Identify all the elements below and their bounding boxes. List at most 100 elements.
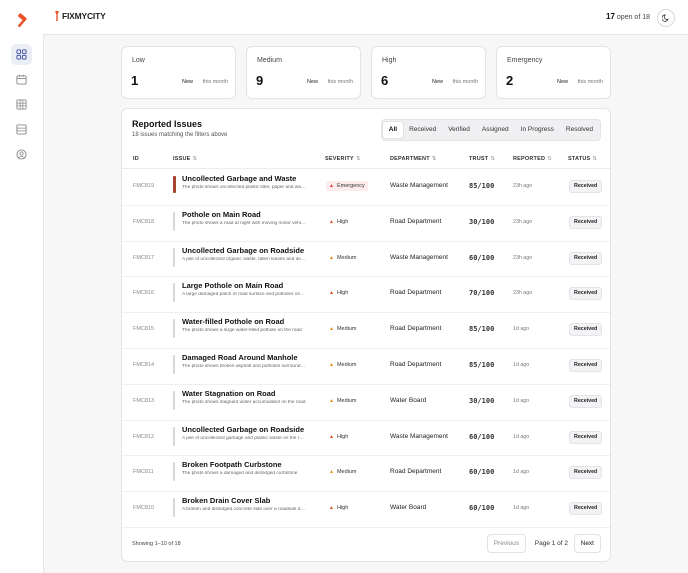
theme-toggle-button[interactable] [657,9,675,27]
sort-icon: ⇅ [192,156,198,162]
issue-title[interactable]: Broken Drain Cover Slab [182,496,308,505]
issue-cell[interactable]: Uncollected Garbage on Roadside A pile of… [173,246,308,267]
stat-card-emergency: Emergency 2 New this month [496,46,611,99]
issue-marker [173,498,175,518]
table-row[interactable]: FMC816 Large Pothole on Main Road A large … [122,276,610,314]
severity-label: High [336,433,349,440]
issue-title[interactable]: Pothole on Main Road [182,210,308,219]
reported-issues-panel: Reported Issues 18 issues matching the f… [121,108,611,562]
status-badge: Received [569,502,603,516]
status-badge: Received [569,287,603,301]
column-header-status[interactable]: STATUS ⇅ [568,156,597,162]
column-header-department[interactable]: DEPARTMENT ⇅ [390,156,437,162]
department: Road Department [390,468,442,476]
issue-cell[interactable]: Water-filled Pothole on Road The photo sh… [173,317,308,339]
status-badge: Received [569,215,603,229]
issue-cell[interactable]: Uncollected Garbage and Waste The photo s… [173,174,308,193]
issue-id: FMC819 [133,183,155,189]
tab-in-progress[interactable]: In Progress [515,122,560,138]
table-row[interactable]: FMC812 Uncollected Garbage on Roadside A p… [122,420,610,457]
column-label: SEVERITY [325,156,354,162]
issue-cell[interactable]: Large Pothole on Main Road A large damage… [173,281,308,303]
column-header-severity[interactable]: SEVERITY ⇅ [325,156,361,162]
issue-id: FMC817 [133,254,155,261]
table-row[interactable]: FMC815 Water-filled Pothole on Road The ph… [122,312,610,349]
issue-title[interactable]: Water-filled Pothole on Road [182,317,308,326]
issue-title[interactable]: Damaged Road Around Manhole [182,353,308,362]
warning-icon: ▲ [329,290,334,297]
stat-count: 6 [381,73,389,88]
status-badge: Received [569,359,603,372]
stat-card-high: High 6 New this month [371,46,486,99]
stat-count: 9 [256,73,264,88]
table-row[interactable]: FMC817 Uncollected Garbage on Roadside A p… [122,241,610,278]
tab-all[interactable]: All [382,122,404,138]
issue-id: FMC816 [133,290,155,297]
issue-cell[interactable]: Broken Drain Cover Slab A broken and disl… [173,496,308,518]
nav-dashboard[interactable] [11,44,32,65]
next-page-button[interactable]: Next [573,534,601,553]
department: Waste Management [390,253,448,261]
table-row[interactable]: FMC819 Uncollected Garbage and Waste The p… [122,169,610,206]
issue-cell[interactable]: Water Stagnation on Road The photo shows … [173,389,308,410]
issue-title[interactable]: Water Stagnation on Road [182,389,308,398]
nav-calendar[interactable] [11,69,32,90]
previous-page-button[interactable]: Previous [486,534,526,553]
open-count-number: 17 [606,12,615,21]
issue-marker [173,426,175,446]
brand-logo[interactable]: FIXMYCITY [53,8,106,24]
table-row[interactable]: FMC814 Damaged Road Around Manhole The pho… [122,348,610,385]
warning-icon: ▲ [329,218,334,225]
issue-title[interactable]: Uncollected Garbage and Waste [182,174,308,183]
reported-time: 1d ago [513,326,530,333]
department: Waste Management [390,182,448,189]
issue-title[interactable]: Large Pothole on Main Road [182,281,308,290]
nav-grid[interactable] [11,94,32,115]
nav-list[interactable] [11,119,32,140]
tab-resolved[interactable]: Resolved [560,122,599,138]
warning-icon: ▲ [329,254,334,261]
trust-score: 85/100 [469,325,495,334]
issue-cell[interactable]: Damaged Road Around Manhole The photo sho… [173,353,308,374]
issue-description: A large damaged patch of road surface an… [182,292,306,298]
tab-verified[interactable]: Verified [442,122,476,138]
table-row[interactable]: FMC813 Water Stagnation on Road The photo … [122,384,610,421]
severity-badge: ▲ High [326,432,351,442]
status-badge: Received [569,323,603,337]
hammer-icon[interactable] [14,13,30,29]
column-header-reported[interactable]: REPORTED ⇅ [513,156,552,162]
column-label: TRUST [469,156,489,162]
stat-period: this month [577,79,603,85]
issue-marker [173,462,175,482]
panel-subtitle: 18 issues matching the filters above [132,132,228,138]
column-header-trust[interactable]: TRUST ⇅ [469,156,495,162]
tab-assigned[interactable]: Assigned [476,122,515,138]
reported-time: 1d ago [513,505,530,512]
tab-received[interactable]: Received [403,122,442,138]
department: Road Department [390,289,442,297]
nav-profile[interactable] [11,144,32,165]
page-indicator: Page 1 of 2 [534,540,568,547]
stat-new-badge: New [556,79,568,85]
issue-cell[interactable]: Pothole on Main Road The photo shows a ro… [173,210,308,231]
stat-new-badge: New [431,79,443,85]
issue-title[interactable]: Uncollected Garbage on Roadside [182,425,308,434]
column-header-issue[interactable]: ISSUE ⇅ [173,156,197,162]
severity-label: High [336,290,349,297]
warning-icon: ▲ [329,326,334,333]
issue-marker [173,247,175,267]
table-row[interactable]: FMC810 Broken Drain Cover Slab A broken an… [122,491,610,528]
issue-description: A pile of uncollected organic waste, fal… [182,256,306,262]
stat-label: Low [132,57,145,64]
status-badge: Received [569,394,603,408]
issue-marker [173,283,175,303]
issue-title[interactable]: Uncollected Garbage on Roadside [182,246,308,255]
severity-badge: ▲ Medium [326,396,360,406]
issue-title[interactable]: Broken Footpath Curbstone [182,460,308,469]
issue-cell[interactable]: Uncollected Garbage on Roadside A pile of… [173,425,308,446]
table-row[interactable]: FMC811 Broken Footpath Curbstone The photo… [122,455,610,493]
reported-time: 1d ago [513,469,530,476]
table-row[interactable]: FMC818 Pothole on Main Road The photo show… [122,205,610,242]
issue-cell[interactable]: Broken Footpath Curbstone The photo shows… [173,460,308,482]
column-header-id[interactable]: ID [133,156,139,162]
